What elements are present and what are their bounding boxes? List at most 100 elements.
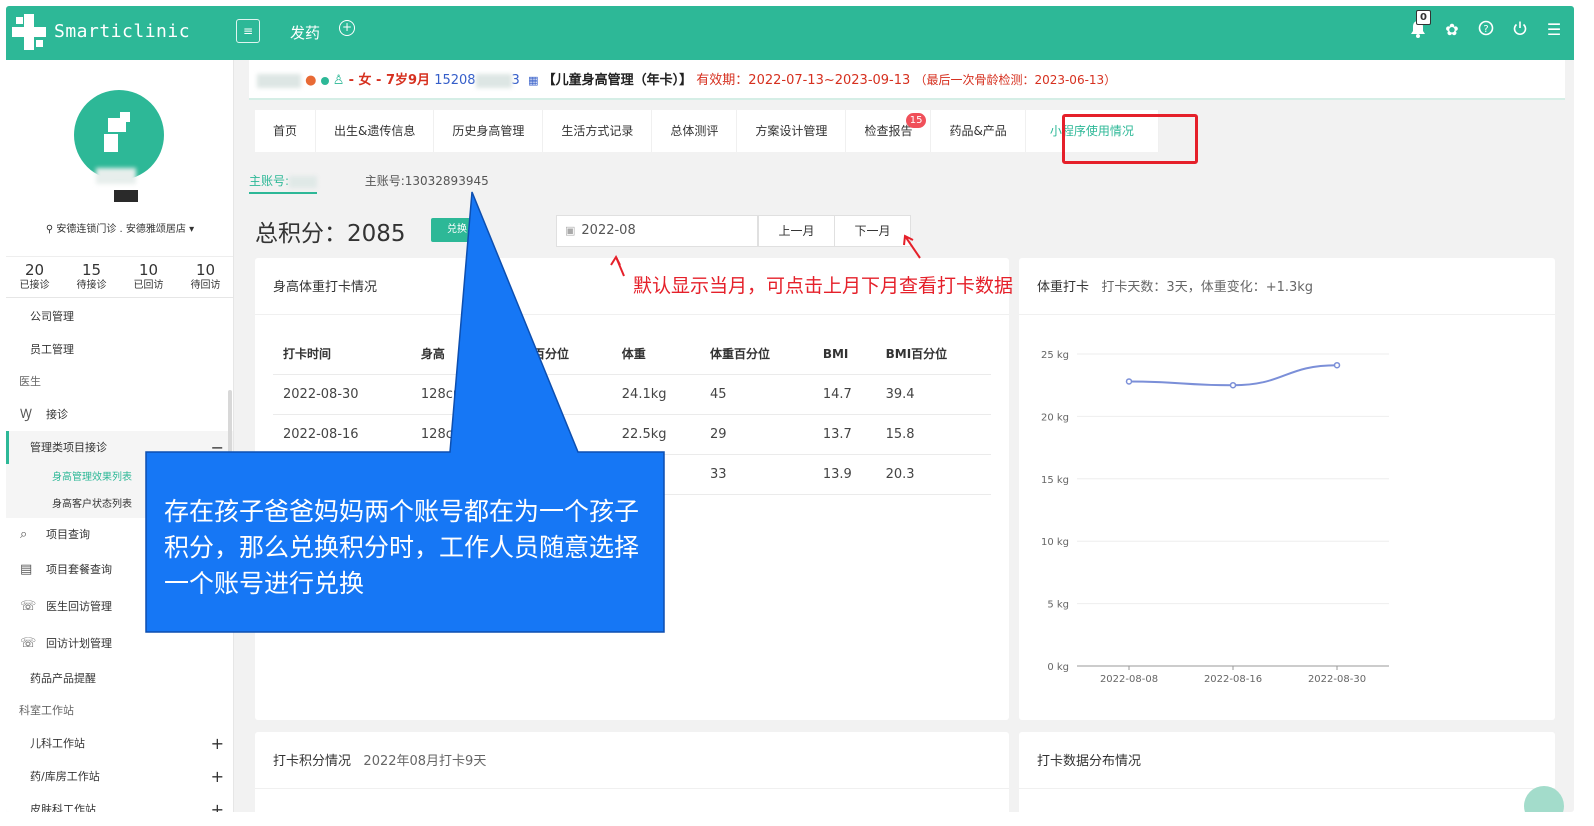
- table-row: 2022-08-30 128cm 24.1kg 45 14.7 39.4: [273, 374, 991, 415]
- search-icon: ⌕: [20, 527, 28, 542]
- blurred-patient-name: [257, 73, 301, 88]
- help-icon[interactable]: ?: [1476, 20, 1496, 40]
- checkin-points-card: 打卡积分情况 2022年08月打卡9天: [255, 732, 1009, 812]
- patient-phone-tail: 3: [511, 73, 520, 88]
- patient-gender: 女: [358, 73, 372, 88]
- y-tick-label: 0 kg: [1047, 662, 1069, 673]
- power-icon[interactable]: [1510, 20, 1530, 40]
- report-count-badge: 15: [905, 113, 927, 128]
- patient-info-bar: ● ♙ - 女 - 7岁9月 15208 3 ▦ 【儿童身高管理（年卡）】 有效期…: [249, 60, 1565, 100]
- calendar-icon: ▣: [565, 224, 576, 237]
- sidebar-item-derm[interactable]: 皮肤科工作站 +: [6, 793, 233, 812]
- stat-to-visit[interactable]: 10 待回访: [177, 261, 233, 297]
- list-icon[interactable]: ☰: [1544, 20, 1564, 40]
- status-dot-icon: [320, 76, 329, 85]
- tab-height-history[interactable]: 历史身高管理: [434, 110, 544, 152]
- main-content: ● ♙ - 女 - 7岁9月 15208 3 ▦ 【儿童身高管理（年卡）】 有效期…: [249, 60, 1565, 812]
- sidebar-section-doctor: 医生: [19, 375, 41, 388]
- phone-icon: ☏: [20, 636, 37, 651]
- location-pin-icon: ⚲: [45, 224, 54, 235]
- col-weight: 体重: [611, 334, 700, 375]
- sidebar-item-pharmacy[interactable]: 药/库房工作站 +: [6, 760, 233, 793]
- page-title: 发药: [290, 24, 321, 42]
- expand-icon: +: [210, 734, 224, 753]
- highlight-box: [1062, 114, 1198, 164]
- sidebar-item-reception[interactable]: Ꝡ 接诊: [6, 398, 233, 431]
- weight-chart-summary: 打卡天数：3天，体重变化：+1.3kg: [1101, 280, 1314, 295]
- tab-reports[interactable]: 检查报告 15: [846, 110, 932, 152]
- stethoscope-icon: Ꝡ: [20, 407, 32, 422]
- checkin-distribution-title: 打卡数据分布情况: [1037, 754, 1142, 769]
- stat-waiting[interactable]: 15 待接诊: [63, 261, 120, 297]
- store-name: 安德连锁门诊 . 安德雅颂居店: [56, 224, 186, 235]
- visit-stats: 20 已接诊 15 待接诊 10 已回访 10 待回访: [6, 256, 233, 298]
- data-point: [1333, 361, 1341, 369]
- caret-down-icon: ▾: [189, 224, 195, 235]
- data-point: [1229, 381, 1237, 389]
- table-header-row: 打卡时间 身高 身高百分位 体重 体重百分位 BMI BMI百分位: [273, 334, 991, 375]
- blurred-username: [96, 168, 136, 184]
- add-tab-icon[interactable]: +: [339, 20, 355, 36]
- gear-icon[interactable]: ✿: [1442, 20, 1462, 40]
- col-time: 打卡时间: [273, 334, 411, 375]
- top-bar: Smarticlinic ≡ 发药 + 0 ✿ ? ☰: [6, 6, 1574, 60]
- tab-home[interactable]: 首页: [255, 110, 317, 152]
- package-icon: ▤: [20, 562, 33, 577]
- stat-visited[interactable]: 10 已回访: [120, 261, 177, 297]
- x-tick-label: 2022-08-08: [1100, 674, 1158, 685]
- checkin-points-title: 打卡积分情况: [273, 754, 352, 769]
- tab-drugs-products[interactable]: 药品&产品: [931, 110, 1026, 152]
- annotation-month-note: 默认显示当月，可点击上月下月查看打卡数据: [633, 275, 1014, 297]
- blurred-account: [289, 175, 318, 188]
- col-bmi: BMI: [812, 334, 876, 375]
- y-tick-label: 10 kg: [1041, 537, 1069, 548]
- tab-assessment[interactable]: 总体测评: [652, 110, 738, 152]
- sidebar-item-staff[interactable]: 员工管理: [6, 333, 233, 366]
- account-switcher: 主账号: 主账号:13032893945: [249, 172, 489, 194]
- sidebar: ⚲ 安德连锁门诊 . 安德雅颂居店 ▾ 20 已接诊 15 待接诊 10 已回访 10…: [6, 60, 234, 812]
- checkin-points-header: 打卡积分情况 2022年08月打卡9天: [273, 750, 486, 769]
- account-tab-main[interactable]: 主账号:: [249, 174, 318, 194]
- stat-received[interactable]: 20 已接诊: [6, 261, 63, 297]
- expand-icon: +: [210, 767, 224, 786]
- store-selector[interactable]: ⚲ 安德连锁门诊 . 安德雅颂居店 ▾: [6, 220, 233, 235]
- notification-count: 0: [1416, 10, 1431, 25]
- annotation-callout-text: 存在孩子爸爸妈妈两个账号都在为一个孩子积分，那么兑换积分时，工作人员随意选择一个…: [164, 497, 640, 598]
- header-actions: 0 ✿ ? ☰: [1408, 10, 1564, 42]
- prev-month-button[interactable]: 上一月: [758, 215, 835, 247]
- redeem-button[interactable]: 兑换: [431, 218, 483, 242]
- tab-bar: 首页 出生&遗传信息 历史身高管理 生活方式记录 总体测评 方案设计管理 检查报…: [249, 110, 1565, 152]
- avatar[interactable]: [74, 90, 164, 180]
- y-tick-label: 15 kg: [1041, 475, 1069, 486]
- bell-icon[interactable]: 0: [1408, 10, 1431, 40]
- y-tick-label: 5 kg: [1047, 600, 1069, 611]
- next-month-button[interactable]: 下一月: [834, 215, 911, 247]
- card-divider: [255, 314, 1009, 315]
- tab-birth-genetics[interactable]: 出生&遗传信息: [316, 110, 435, 152]
- x-tick-label: 2022-08-30: [1308, 674, 1366, 685]
- month-picker[interactable]: ▣ 2022-08: [556, 215, 758, 247]
- card-divider: [1019, 314, 1555, 315]
- x-tick-label: 2022-08-16: [1204, 674, 1262, 685]
- weight-chart-header: 体重打卡 打卡天数：3天，体重变化：+1.3kg: [1037, 276, 1313, 295]
- card-divider: [255, 788, 1009, 789]
- svg-text:?: ?: [1483, 24, 1488, 35]
- sidebar-item-company[interactable]: 公司管理: [6, 300, 233, 333]
- checkin-table-title: 身高体重打卡情况: [273, 280, 378, 295]
- card-divider: [1019, 788, 1555, 789]
- wechat-icon: ●: [305, 73, 317, 88]
- tab-lifestyle[interactable]: 生活方式记录: [543, 110, 653, 152]
- smarticlinic-logo-icon: [12, 14, 46, 50]
- card-icon: ▦: [528, 74, 539, 87]
- tab-plan-design[interactable]: 方案设计管理: [737, 110, 847, 152]
- sidebar-item-pediatric[interactable]: 儿科工作站 +: [6, 727, 233, 760]
- patient-validity: 有效期：2022-07-13~2023-09-13: [696, 73, 911, 88]
- username-mark: [114, 190, 138, 202]
- checkin-distribution-card: 打卡数据分布情况: [1019, 732, 1555, 812]
- account-tab-second[interactable]: 主账号:13032893945: [365, 174, 489, 188]
- sidebar-item-drug-reminder[interactable]: 药品产品提醒: [6, 662, 233, 695]
- patient-age: 7岁9月: [385, 73, 431, 88]
- menu-toggle-icon[interactable]: ≡: [236, 19, 260, 43]
- table-row: 2022-08-16 128cm 22.5kg 29 13.7 15.8: [273, 414, 991, 455]
- expand-icon: +: [210, 800, 224, 812]
